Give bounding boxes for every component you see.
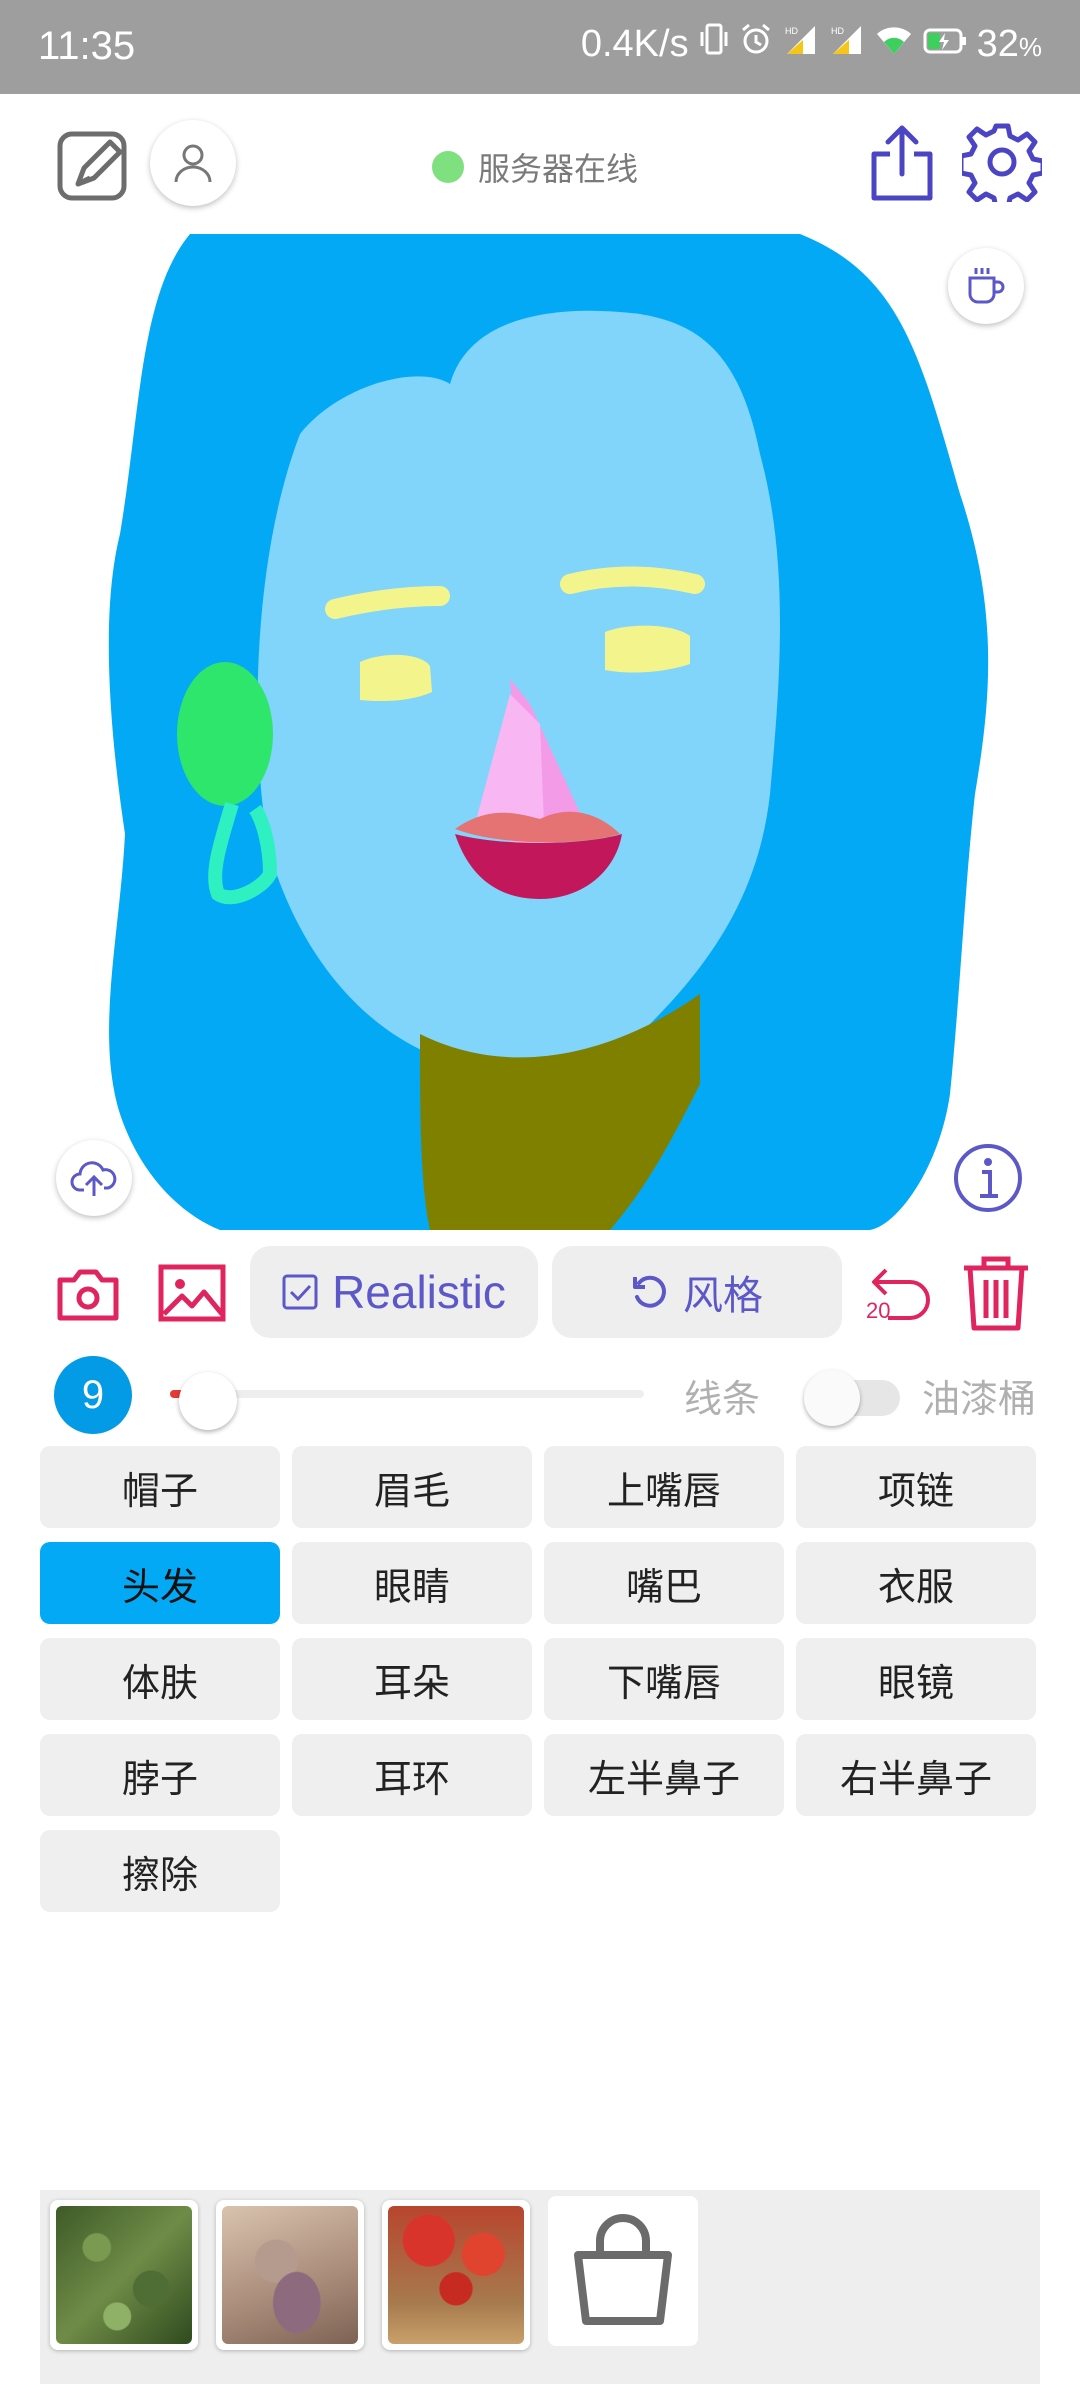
signal-hd-icon: HD	[783, 22, 819, 66]
share-button[interactable]	[866, 122, 938, 202]
cloud-upload-button[interactable]	[56, 1140, 132, 1216]
green-foliage-thumbnail	[56, 2206, 192, 2344]
left-eye	[360, 654, 432, 702]
category-button[interactable]: 上嘴唇	[544, 1446, 784, 1528]
paint-bucket-toggle[interactable]	[804, 1368, 900, 1426]
network-speed: 0.4K/s	[580, 22, 689, 65]
category-button[interactable]: 耳朵	[292, 1638, 532, 1720]
gallery-thumbnail[interactable]	[50, 2200, 198, 2350]
top-bar: 服务器在线	[0, 94, 1080, 234]
status-time: 11:35	[38, 24, 136, 68]
red-flowers-thumbnail	[388, 2206, 524, 2344]
brush-size-row: 9 线条 油漆桶	[0, 1352, 1080, 1434]
battery-charging-icon	[923, 23, 967, 66]
svg-text:HD: HD	[831, 26, 844, 36]
style-gallery	[40, 2190, 1040, 2384]
trash-icon	[964, 1256, 1028, 1331]
category-button[interactable]: 体肤	[40, 1638, 280, 1720]
app-screen: 11:35 0.4K/s HD HD 32% 服务器在线 Realistic 风…	[0, 0, 1080, 2400]
battery-level: 32%	[976, 22, 1042, 65]
category-grid: 帽子 眉毛 上嘴唇 项链头发 眼睛 嘴巴 衣服体肤 耳朵 下嘴唇 眼镜脖子 耳环 左半鼻子 右半鼻子擦除	[40, 1446, 1040, 1912]
category-button[interactable]: 擦除	[40, 1830, 280, 1912]
wifi-icon	[875, 23, 913, 66]
category-button[interactable]: 下嘴唇	[544, 1638, 784, 1720]
category-button[interactable]: 帽子	[40, 1446, 280, 1528]
brush-size-badge: 9	[54, 1356, 132, 1434]
style-label: 风格	[683, 1273, 763, 1319]
gallery-thumbnail[interactable]	[216, 2200, 364, 2350]
lace-texture-thumbnail	[222, 2206, 358, 2344]
user-icon	[174, 144, 212, 183]
category-button[interactable]: 左半鼻子	[544, 1734, 784, 1816]
signal-hd-icon: HD	[829, 22, 865, 66]
server-status-text: 服务器在线	[478, 150, 639, 188]
drawing-canvas[interactable]	[0, 234, 1080, 1230]
right-eye	[605, 625, 690, 673]
info-button[interactable]	[952, 1142, 1024, 1214]
server-status: 服务器在线	[432, 144, 638, 190]
shop-button[interactable]	[548, 2196, 698, 2346]
lines-label: 线条	[684, 1377, 761, 1421]
category-button[interactable]: 右半鼻子	[796, 1734, 1036, 1816]
image-icon	[158, 1264, 226, 1322]
category-button[interactable]: 眼睛	[292, 1542, 532, 1624]
category-button[interactable]: 嘴巴	[544, 1542, 784, 1624]
toggle-knob	[804, 1370, 860, 1426]
portrait-drawing	[108, 234, 989, 1230]
info-icon	[954, 1144, 1022, 1212]
shopping-bag-icon	[574, 2214, 672, 2325]
undo-count: 20	[866, 1298, 891, 1323]
category-button[interactable]: 眼镜	[796, 1638, 1036, 1720]
style-button[interactable]: 风格	[552, 1246, 842, 1338]
coffee-button[interactable]	[948, 248, 1024, 324]
refresh-icon	[633, 1275, 666, 1308]
settings-button[interactable]	[958, 122, 1046, 211]
checkbox-icon	[282, 1274, 318, 1310]
right-eyebrow	[560, 566, 705, 594]
category-button[interactable]: 脖子	[40, 1734, 280, 1816]
alarm-icon	[739, 22, 773, 66]
tool-row: Realistic 风格 20	[0, 1244, 1080, 1340]
brush-size-slider-thumb[interactable]	[178, 1372, 237, 1430]
camera-icon	[57, 1269, 119, 1321]
hair-dot	[950, 634, 970, 654]
brush-size-slider[interactable]	[170, 1390, 644, 1398]
category-button[interactable]: 衣服	[796, 1542, 1036, 1624]
vibrate-icon	[699, 22, 729, 66]
category-button[interactable]: 耳环	[292, 1734, 532, 1816]
status-bar: 11:35 0.4K/s HD HD 32%	[0, 0, 1080, 94]
server-status-dot	[432, 151, 464, 183]
realistic-label: Realistic	[332, 1266, 506, 1318]
status-right: 0.4K/s HD HD 32%	[581, 22, 1042, 66]
gear-icon	[958, 123, 1046, 211]
user-button[interactable]	[150, 120, 236, 206]
ear	[177, 662, 273, 806]
paint-bucket-label: 油漆桶	[922, 1377, 1037, 1421]
category-button[interactable]: 头发	[40, 1542, 280, 1624]
realistic-toggle-button[interactable]: Realistic	[250, 1246, 538, 1338]
camera-button[interactable]	[56, 1266, 120, 1322]
share-icon	[871, 125, 933, 201]
svg-text:HD: HD	[785, 26, 798, 36]
gallery-thumbnail[interactable]	[382, 2200, 530, 2350]
coffee-icon	[968, 268, 1005, 304]
category-button[interactable]: 眉毛	[292, 1446, 532, 1528]
cloud-upload-icon	[70, 1161, 117, 1196]
category-button[interactable]: 项链	[796, 1446, 1036, 1528]
edit-button[interactable]	[56, 126, 132, 202]
delete-button[interactable]	[960, 1254, 1032, 1332]
edit-icon	[57, 131, 127, 201]
image-button[interactable]	[158, 1264, 226, 1322]
